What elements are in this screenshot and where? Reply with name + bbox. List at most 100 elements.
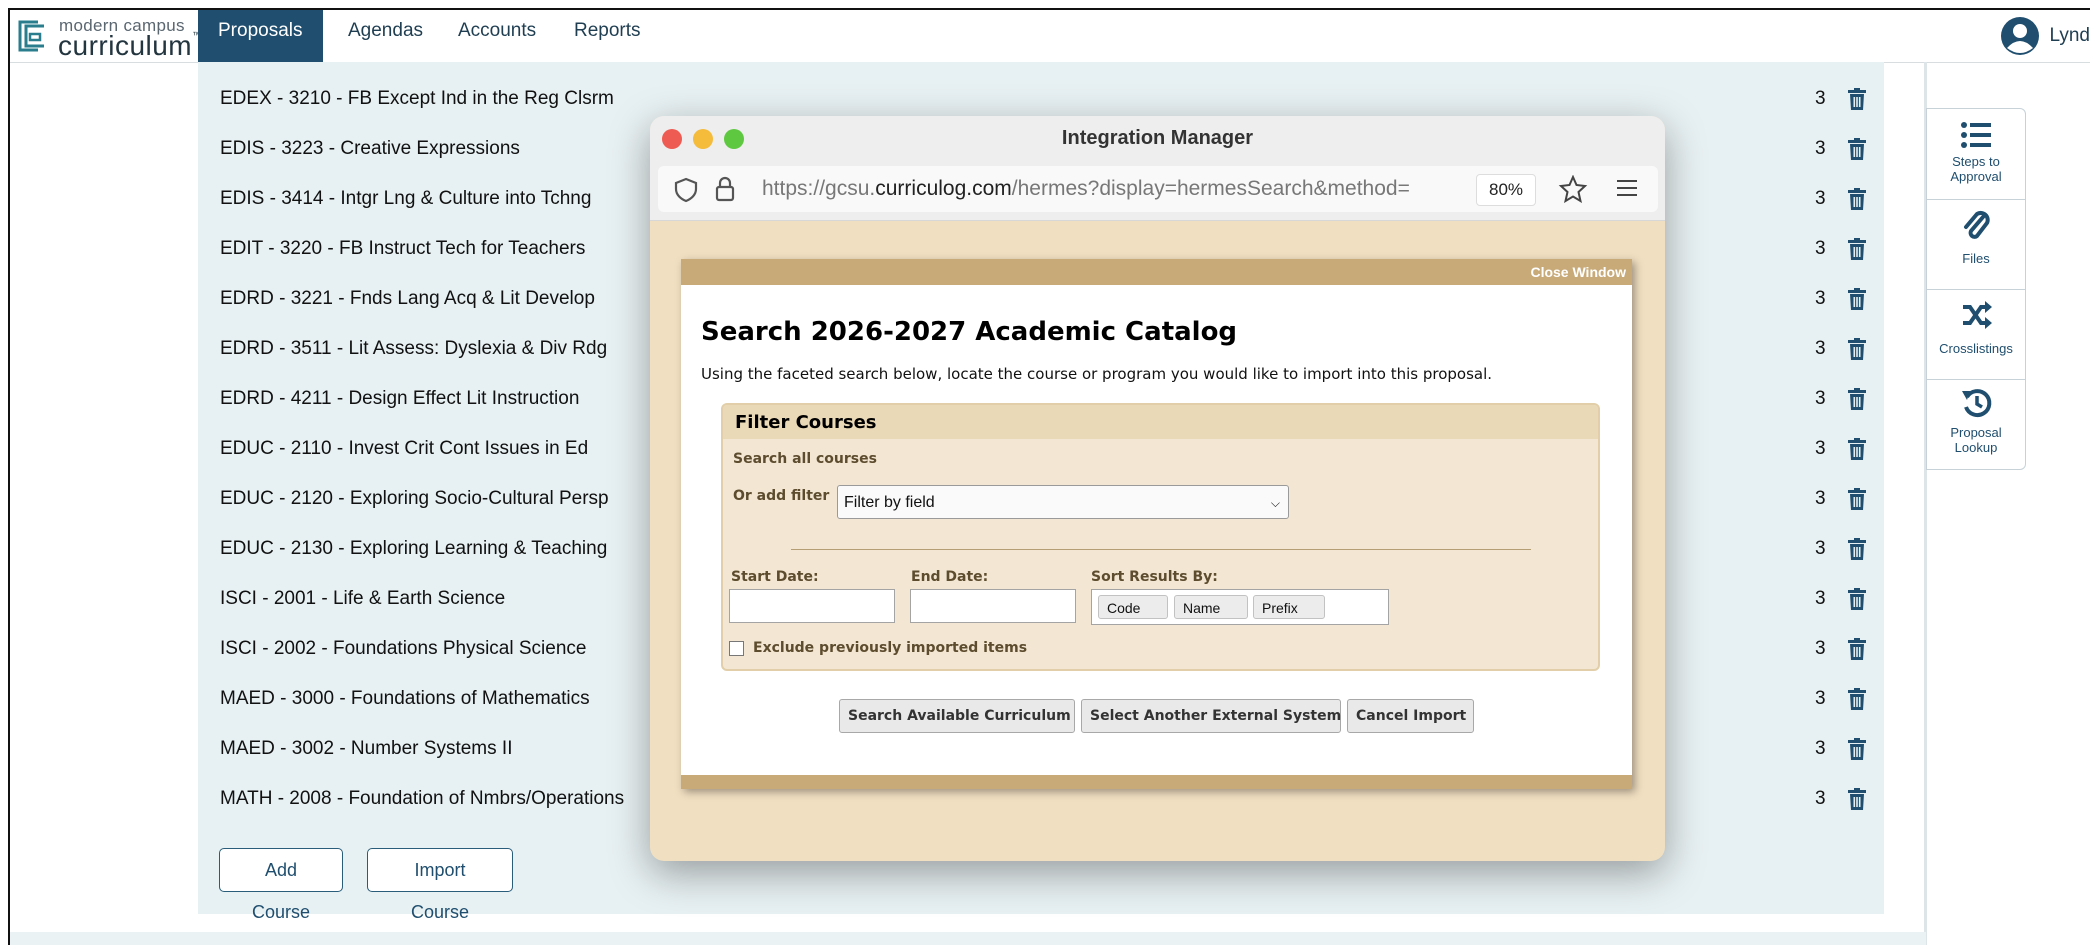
url-path: /hermes?display=hermesSearch&method= xyxy=(1011,177,1410,200)
sort-chip-code[interactable]: Code xyxy=(1098,595,1168,619)
maximize-window-dot[interactable] xyxy=(724,129,744,149)
files-label: Files xyxy=(1962,251,1990,266)
course-name: EDUC - 2110 - Invest Crit Cont Issues in… xyxy=(220,438,589,459)
course-name: EDRD - 3511 - Lit Assess: Dyslexia & Div… xyxy=(220,338,608,359)
trash-icon[interactable] xyxy=(1848,538,1866,560)
chevron-down-icon: ⌵ xyxy=(1270,496,1280,510)
brand-logo[interactable]: modern campus curriculum™ xyxy=(14,14,202,62)
course-name: EDEX - 3210 - FB Except Ind in the Reg C… xyxy=(220,88,614,109)
course-credits: 3 xyxy=(1815,738,1826,759)
dialog-heading: Search 2026-2027 Academic Catalog xyxy=(701,317,1238,347)
import-search-dialog: Close Window Search 2026-2027 Academic C… xyxy=(681,259,1632,789)
exclude-imported-label: Exclude previously imported items xyxy=(753,640,1028,656)
sort-chip-prefix[interactable]: Prefix xyxy=(1253,595,1325,619)
course-name: MAED - 3002 - Number Systems II xyxy=(220,738,513,759)
list-icon xyxy=(1961,122,1991,148)
sort-chip-name[interactable]: Name xyxy=(1174,595,1248,619)
trash-icon[interactable] xyxy=(1848,638,1866,660)
course-credits: 3 xyxy=(1815,138,1826,159)
nav-tab-proposals[interactable]: Proposals xyxy=(198,10,323,62)
nav-tab-reports[interactable]: Reports xyxy=(554,10,661,62)
nav-tab-agendas[interactable]: Agendas xyxy=(328,10,443,62)
select-another-system-button[interactable]: Select Another External System xyxy=(1081,699,1341,733)
course-credits: 3 xyxy=(1815,638,1826,659)
course-name: EDIS - 3223 - Creative Expressions xyxy=(220,138,520,159)
side-tools-panel: Steps to Approval Files Crosslistings Pr… xyxy=(1926,108,2026,470)
logo-wordmark: curriculum xyxy=(58,30,193,61)
course-name: EDRD - 4211 - Design Effect Lit Instruct… xyxy=(220,388,580,409)
integration-manager-window: Integration Manager https://gcsu.curricu… xyxy=(650,116,1665,861)
steps-label-2: Approval xyxy=(1950,169,2002,184)
user-menu[interactable]: Lynd xyxy=(2000,10,2090,62)
star-icon[interactable] xyxy=(1558,175,1588,203)
course-row: EDEX - 3210 - FB Except Ind in the Reg C… xyxy=(220,79,1880,119)
trash-icon[interactable] xyxy=(1848,138,1866,160)
course-credits: 3 xyxy=(1815,388,1826,409)
trash-icon[interactable] xyxy=(1848,688,1866,710)
filter-by-field-select[interactable]: Filter by field ⌵ xyxy=(837,485,1289,519)
trash-icon[interactable] xyxy=(1848,188,1866,210)
course-name: EDUC - 2120 - Exploring Socio-Cultural P… xyxy=(220,488,609,509)
course-credits: 3 xyxy=(1815,88,1826,109)
minimize-window-dot[interactable] xyxy=(693,129,713,149)
course-name: MAED - 3000 - Foundations of Mathematics xyxy=(220,688,590,709)
filter-header: Filter Courses xyxy=(723,405,1598,439)
trash-icon[interactable] xyxy=(1848,488,1866,510)
trash-icon[interactable] xyxy=(1848,738,1866,760)
end-date-input[interactable] xyxy=(910,589,1076,623)
url-text: https://gcsu.curriculog.com/hermes?displ… xyxy=(762,166,1462,212)
logo-mark-icon xyxy=(18,20,44,52)
course-name: EDRD - 3221 - Fnds Lang Acq & Lit Develo… xyxy=(220,288,595,309)
window-title: Integration Manager xyxy=(1061,127,1254,149)
dialog-description: Using the faceted search below, locate t… xyxy=(701,365,1493,383)
trash-icon[interactable] xyxy=(1848,338,1866,360)
course-credits: 3 xyxy=(1815,238,1826,259)
crosslistings-button[interactable]: Crosslistings xyxy=(1927,289,2025,380)
logo-text-main: curriculum™ xyxy=(58,30,202,62)
course-credits: 3 xyxy=(1815,188,1826,209)
address-field[interactable]: https://gcsu.curriculog.com/hermes?displ… xyxy=(658,166,1658,212)
window-titlebar[interactable]: Integration Manager xyxy=(650,116,1665,160)
import-course-button[interactable]: Import Course xyxy=(367,848,513,922)
end-date-label: End Date: xyxy=(911,569,989,585)
close-window-link[interactable]: Close Window xyxy=(1530,259,1626,285)
exclude-imported-checkbox[interactable] xyxy=(729,641,744,656)
lookup-label-1: Proposal xyxy=(1950,425,2002,440)
shield-icon xyxy=(674,177,698,203)
course-credits: 3 xyxy=(1815,588,1826,609)
steps-to-approval-button[interactable]: Steps to Approval xyxy=(1927,109,2025,200)
files-button[interactable]: Files xyxy=(1927,199,2025,290)
user-name: Lynd xyxy=(2049,25,2090,46)
trash-icon[interactable] xyxy=(1848,388,1866,410)
trash-icon[interactable] xyxy=(1848,788,1866,810)
course-name: ISCI - 2001 - Life & Earth Science xyxy=(220,588,506,609)
search-available-curriculum-button[interactable]: Search Available Curriculum xyxy=(839,699,1075,733)
course-credits: 3 xyxy=(1815,338,1826,359)
url-prefix: https://gcsu. xyxy=(762,177,876,200)
course-credits: 3 xyxy=(1815,438,1826,459)
top-navigation: modern campus curriculum™ Proposals Agen… xyxy=(10,10,2090,63)
zoom-level[interactable]: 80% xyxy=(1476,174,1536,206)
trash-icon[interactable] xyxy=(1848,238,1866,260)
close-window-dot[interactable] xyxy=(662,129,682,149)
filter-courses-box: Filter Courses Search all courses Or add… xyxy=(721,403,1600,671)
filter-title: Filter Courses xyxy=(735,412,877,433)
nav-tab-accounts[interactable]: Accounts xyxy=(438,10,556,62)
select-value: Filter by field xyxy=(844,494,935,511)
trash-icon[interactable] xyxy=(1848,588,1866,610)
course-name: ISCI - 2002 - Foundations Physical Scien… xyxy=(220,638,587,659)
trash-icon[interactable] xyxy=(1848,88,1866,110)
cancel-import-button[interactable]: Cancel Import xyxy=(1347,699,1474,733)
trash-icon[interactable] xyxy=(1848,288,1866,310)
menu-icon[interactable] xyxy=(1616,178,1638,198)
course-credits: 3 xyxy=(1815,788,1826,809)
course-name: EDUC - 2130 - Exploring Learning & Teach… xyxy=(220,538,608,559)
dialog-footer-bar xyxy=(681,775,1632,789)
proposal-lookup-button[interactable]: Proposal Lookup xyxy=(1927,379,2025,469)
history-icon xyxy=(1962,389,1992,418)
add-course-button[interactable]: Add Course xyxy=(219,848,343,922)
search-all-courses-link[interactable]: Search all courses xyxy=(733,451,877,467)
course-credits: 3 xyxy=(1815,288,1826,309)
start-date-input[interactable] xyxy=(729,589,895,623)
trash-icon[interactable] xyxy=(1848,438,1866,460)
